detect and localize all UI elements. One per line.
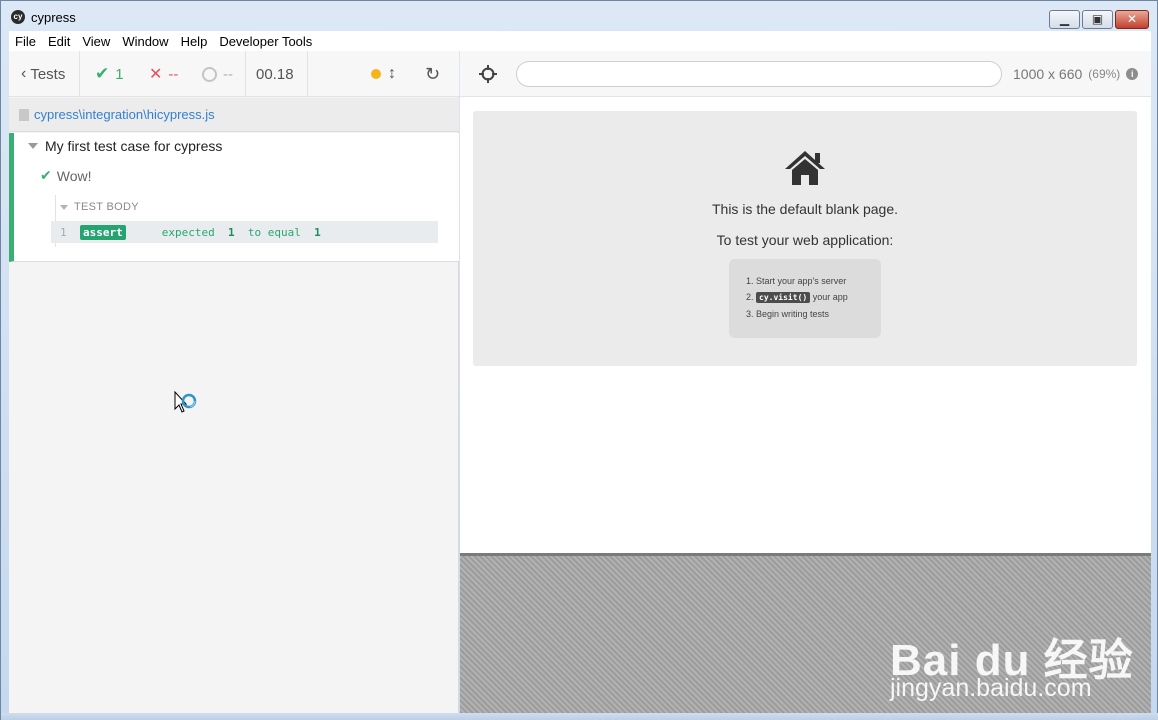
- viewport-size: 1000 x 660: [1013, 66, 1083, 82]
- menu-view[interactable]: View: [76, 34, 116, 49]
- caret-down-icon: [60, 204, 68, 210]
- header-divider: [79, 51, 80, 97]
- msg-value-2: 1: [314, 225, 321, 239]
- busy-cursor-icon: [174, 391, 197, 413]
- file-icon: [19, 108, 29, 121]
- step-2-number: 2.: [746, 292, 754, 302]
- spec-path-link[interactable]: cypress\integration\hicypress.js: [34, 107, 215, 122]
- cypress-app-icon: cy: [11, 10, 25, 24]
- menu-edit[interactable]: Edit: [42, 34, 76, 49]
- menu-file[interactable]: File: [9, 34, 42, 49]
- crosshairs-icon[interactable]: [479, 65, 497, 83]
- check-icon: ✔: [95, 64, 110, 83]
- instructions-box: 1. Start your app's server 2. cy.visit()…: [729, 259, 881, 338]
- close-icon: ✕: [1126, 12, 1138, 26]
- back-label: Tests: [30, 65, 66, 83]
- window-bottom-border: [1, 713, 1158, 720]
- command-row[interactable]: 1 assert expected 1 to equal 1: [51, 221, 438, 243]
- running-dot-icon: [371, 69, 381, 79]
- runnables-list: My first test case for cypress ✔ Wow! TE…: [9, 133, 459, 262]
- hook-label: TEST BODY: [74, 201, 139, 213]
- blank-page-subheading: To test your web application:: [716, 232, 894, 248]
- failed-count: --: [168, 65, 179, 83]
- header-divider: [245, 51, 246, 97]
- suite-row[interactable]: My first test case for cypress: [28, 138, 222, 154]
- x-icon: ✕: [149, 66, 163, 83]
- step-2-code: cy.visit(): [756, 292, 811, 303]
- minimize-button[interactable]: ▁: [1049, 10, 1080, 29]
- passed-count: 1: [115, 65, 124, 83]
- test-row[interactable]: ✔ Wow!: [40, 167, 91, 184]
- step-1: 1. Start your app's server: [746, 276, 847, 286]
- hook-row[interactable]: TEST BODY: [60, 201, 139, 213]
- viewport-scale: (69%): [1088, 67, 1121, 81]
- step-2: 2. cy.visit() your app: [746, 292, 848, 303]
- menu-help[interactable]: Help: [175, 34, 214, 49]
- title-bar: cy cypress ▁ ▣ ✕: [1, 1, 1157, 31]
- step-2-text: your app: [812, 292, 848, 302]
- vertical-arrows-icon: ↕: [388, 65, 396, 82]
- restore-icon: ▣: [1091, 12, 1104, 26]
- menu-window[interactable]: Window: [116, 34, 174, 49]
- duration: 00.18: [256, 65, 294, 83]
- home-icon: [785, 151, 825, 185]
- info-icon[interactable]: i: [1126, 68, 1139, 80]
- msg-value-1: 1: [227, 225, 235, 239]
- url-bar[interactable]: [516, 61, 1002, 87]
- window-title: cypress: [31, 10, 76, 25]
- pending-count: --: [223, 65, 233, 83]
- aut-pane: 1000 x 660 (69%) i This is the default b…: [460, 51, 1151, 713]
- viewport-info: 1000 x 660 (69%) i: [1013, 66, 1139, 82]
- suite-title: My first test case for cypress: [45, 138, 223, 154]
- menu-developer-tools[interactable]: Developer Tools: [213, 34, 318, 49]
- step-3: 3. Begin writing tests: [746, 309, 830, 319]
- command-number: 1: [60, 225, 67, 239]
- running-indicator: [371, 51, 381, 97]
- minimize-icon: ▁: [1059, 12, 1070, 26]
- close-button[interactable]: ✕: [1115, 10, 1149, 29]
- blank-page-heading: This is the default blank page.: [711, 201, 898, 217]
- reporter-pane: ‹ Tests ✔ 1 ✕ -- -- 00.18 ↕ ↻ cypress\in…: [9, 51, 459, 713]
- cypress-window: cy cypress ▁ ▣ ✕ File Edit View Window H…: [0, 0, 1158, 720]
- msg-prefix: expected: [161, 225, 215, 239]
- window-controls: ▁ ▣ ✕: [1047, 10, 1149, 29]
- msg-mid: to equal: [247, 225, 301, 239]
- caret-down-icon: [28, 143, 38, 149]
- passed-stat: ✔ 1: [95, 51, 124, 97]
- chevron-left-icon: ‹: [21, 65, 27, 82]
- auto-scroll-toggle[interactable]: ↕: [388, 51, 396, 97]
- menu-bar: File Edit View Window Help Developer Too…: [9, 31, 1151, 51]
- maximize-button[interactable]: ▣: [1082, 10, 1113, 29]
- command-name-badge: assert: [80, 224, 126, 240]
- default-blank-page: This is the default blank page. To test …: [473, 111, 1137, 366]
- refresh-icon: ↻: [425, 63, 441, 84]
- pending-circle-icon: [202, 66, 217, 82]
- baidu-watermark-domain: jingyan.baidu.com: [890, 674, 1092, 702]
- aut-header: 1000 x 660 (69%) i: [460, 51, 1151, 97]
- viewport-overflow-area: Bai du 经验 jingyan.baidu.com: [460, 553, 1151, 713]
- failed-stat: ✕ --: [149, 51, 178, 97]
- rerun-button[interactable]: ↻: [425, 51, 440, 97]
- check-icon: ✔: [40, 167, 52, 183]
- header-divider: [307, 51, 308, 97]
- pending-stat: --: [202, 51, 233, 97]
- test-title: Wow!: [56, 167, 92, 184]
- reporter-header: ‹ Tests ✔ 1 ✕ -- -- 00.18 ↕ ↻: [9, 51, 459, 97]
- command-message: expected 1 to equal 1: [162, 226, 321, 239]
- back-to-tests-button[interactable]: ‹ Tests: [21, 51, 65, 97]
- spec-file-bar: cypress\integration\hicypress.js: [9, 98, 459, 132]
